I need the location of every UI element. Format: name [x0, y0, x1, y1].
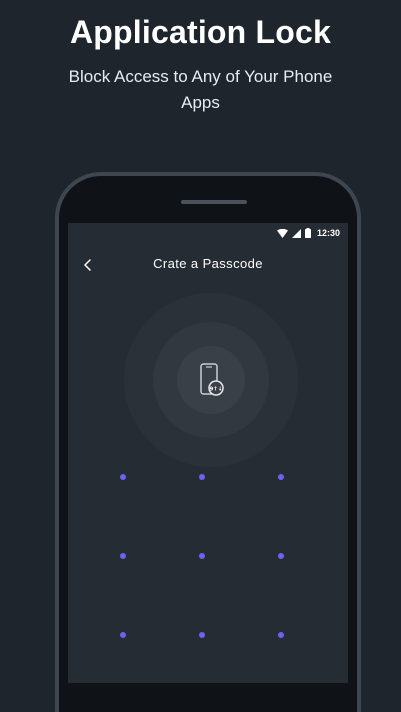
pattern-dot-6[interactable] [278, 553, 284, 559]
pattern-dot-1[interactable] [120, 474, 126, 480]
app-bar: Crate a Passcode [68, 251, 348, 279]
promo-subtitle: Block Access to Any of Your Phone Apps [68, 67, 333, 112]
phone-mockup: 12:30 Crate a Passcode 9↑↓ [55, 172, 361, 712]
battery-icon [304, 228, 311, 238]
status-time: 12:30 [316, 228, 340, 238]
phone-speaker [181, 200, 247, 204]
pattern-dot-7[interactable] [120, 632, 126, 638]
pattern-dot-5[interactable] [199, 553, 205, 559]
pattern-dot-3[interactable] [278, 474, 284, 480]
pattern-dot-8[interactable] [199, 632, 205, 638]
phone-lock-icon: 9↑↓ [189, 358, 233, 402]
phone-lock-badge: 9↑↓ [209, 386, 222, 393]
pattern-dot-9[interactable] [278, 632, 284, 638]
pattern-dot-2[interactable] [199, 474, 205, 480]
wifi-icon [276, 228, 288, 238]
status-bar: 12:30 [68, 223, 348, 243]
signal-icon [291, 228, 301, 238]
screen-title: Crate a Passcode [153, 256, 263, 271]
phone-screen: 12:30 Crate a Passcode 9↑↓ [68, 223, 348, 683]
pattern-dot-4[interactable] [120, 553, 126, 559]
promo-title: Application Lock [70, 14, 331, 50]
